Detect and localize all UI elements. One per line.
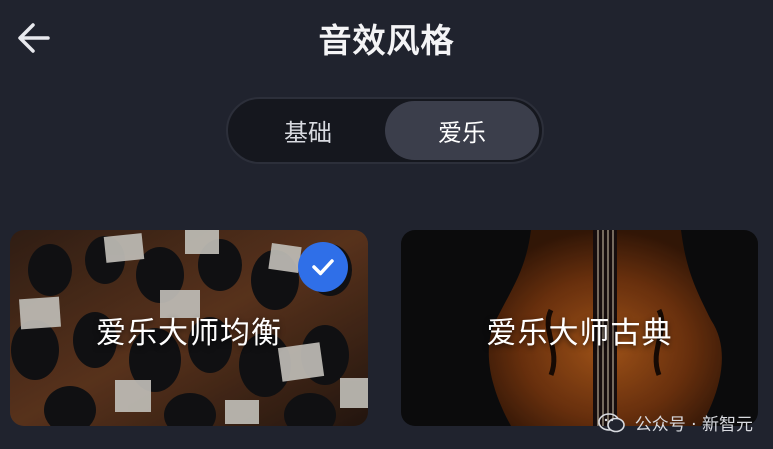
tab-aile[interactable]: 爱乐 — [385, 101, 539, 160]
preset-card-aile-balanced[interactable]: 爱乐大师均衡 — [10, 230, 368, 426]
preset-card-aile-classic[interactable]: 爱乐大师古典 — [401, 230, 758, 426]
style-segmented-control: 基础 爱乐 — [226, 97, 544, 164]
checkmark-icon — [312, 259, 334, 276]
tab-basic[interactable]: 基础 — [231, 101, 385, 160]
header: 音效风格 — [0, 0, 773, 80]
wechat-icon — [597, 412, 625, 432]
page-title: 音效风格 — [318, 21, 455, 60]
watermark-text: 公众号 · 新智元 — [634, 415, 753, 435]
selected-check-badge — [298, 242, 348, 292]
preset-card-label: 爱乐大师均衡 — [96, 316, 282, 351]
watermark: 公众号 · 新智元 — [597, 410, 753, 435]
preset-card-label: 爱乐大师古典 — [486, 316, 673, 351]
